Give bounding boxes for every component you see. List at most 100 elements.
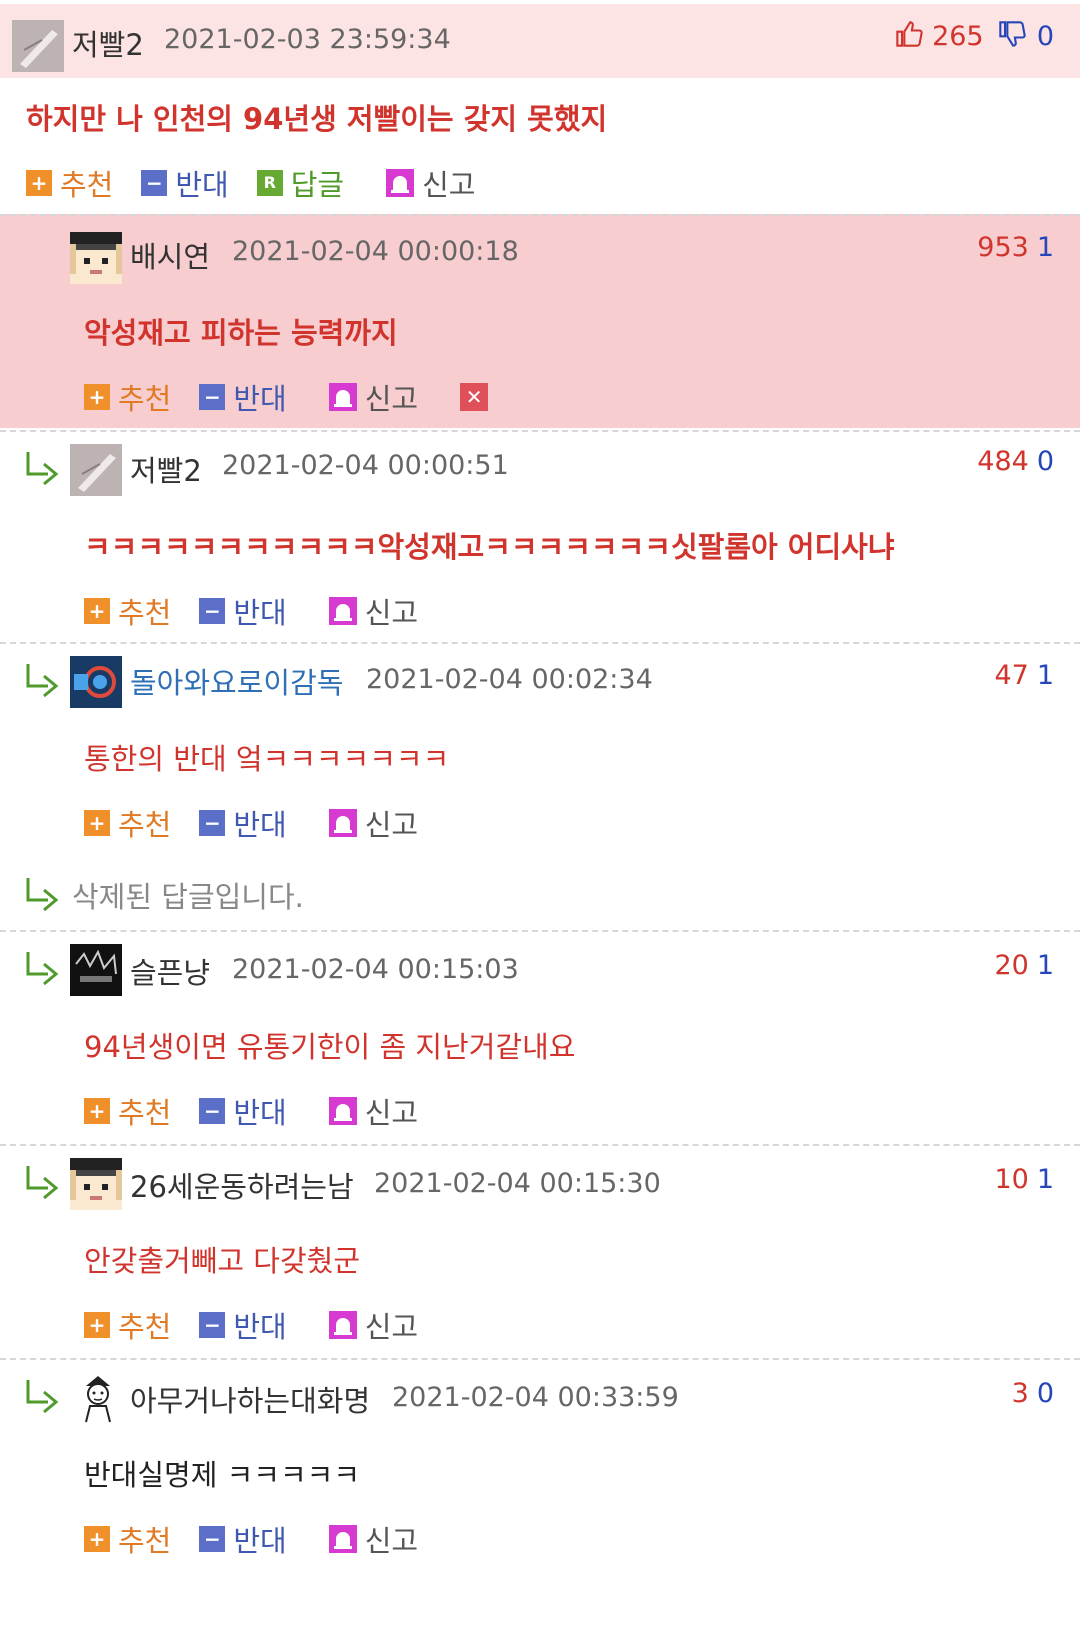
downvote-count: 1: [1036, 1164, 1054, 1195]
comment-actions: + 추천 − 반대 R 답글 신고: [26, 162, 504, 204]
nickname[interactable]: 26세운동하려는남: [130, 1164, 354, 1206]
reply-arrow-icon: [24, 950, 60, 986]
upvote-count: 10: [994, 1164, 1029, 1195]
comment-body: 94년생이면 유통기한이 좀 지난거같내요: [84, 1030, 576, 1064]
siren-icon: [328, 597, 357, 625]
timestamp: 2021-02-04 00:33:59: [392, 1382, 679, 1413]
avatar[interactable]: [70, 232, 122, 284]
minus-icon: −: [141, 170, 168, 196]
comment-0: 저빨2 2021-02-03 23:59:34 265 0: [0, 4, 1080, 78]
minus-icon: −: [199, 810, 226, 836]
plus-icon: +: [84, 810, 110, 836]
reply-arrow-icon: [24, 876, 60, 912]
avatar[interactable]: [70, 1158, 122, 1210]
comment-body: 안갖출거빼고 다갖췄군: [84, 1244, 361, 1278]
downvote-count: 1: [1036, 950, 1054, 981]
report-button[interactable]: 신고: [328, 802, 419, 844]
comment-actions: + 추천 − 반대 신고: [84, 1090, 446, 1132]
avatar-image-icon: [12, 20, 64, 72]
oppose-button[interactable]: − 반대: [199, 1090, 287, 1132]
downvote-count: 0: [1036, 446, 1054, 477]
reply-button[interactable]: R 답글: [256, 162, 345, 204]
upvote-count: 953: [977, 232, 1029, 263]
report-button[interactable]: 신고: [328, 1518, 418, 1560]
thumb-down-icon[interactable]: [998, 20, 1026, 55]
oppose-label: 반대: [233, 1524, 287, 1558]
reply-label: 답글: [290, 168, 345, 202]
recommend-button[interactable]: + 추천: [84, 1518, 171, 1560]
report-button[interactable]: 신고: [386, 162, 476, 204]
minus-icon: −: [199, 384, 226, 410]
avatar-pixel-face-icon: [70, 232, 122, 284]
report-label: 신고: [422, 168, 476, 202]
timestamp: 2021-02-04 00:15:30: [374, 1168, 661, 1199]
report-button[interactable]: 신고: [328, 590, 418, 632]
oppose-label: 반대: [233, 1096, 287, 1130]
avatar[interactable]: [72, 1372, 124, 1424]
avatar-logo-icon: [70, 656, 122, 708]
comment-body: 통한의 반대 엌ㅋㅋㅋㅋㅋㅋㅋ: [84, 742, 450, 776]
vote-counts: 47 1: [994, 660, 1054, 691]
minus-icon: −: [199, 1526, 226, 1552]
delete-icon[interactable]: ✕: [460, 383, 489, 411]
recommend-button[interactable]: + 추천: [84, 802, 171, 844]
siren-icon: [328, 1525, 357, 1553]
deleted-reply-text: 삭제된 답글입니다.: [72, 880, 304, 914]
vote-counts: 484 0: [977, 446, 1054, 477]
recommend-label: 추천: [118, 808, 172, 842]
plus-icon: +: [84, 598, 110, 624]
minus-icon: −: [199, 598, 226, 624]
reply-r-icon: R: [256, 170, 283, 196]
nickname[interactable]: 저빨2: [72, 22, 144, 64]
oppose-button[interactable]: − 반대: [199, 590, 287, 632]
nickname[interactable]: 돌아와요로이감독: [130, 660, 343, 702]
oppose-button[interactable]: − 반대: [199, 376, 287, 418]
upvote-count: 20: [994, 950, 1029, 981]
avatar[interactable]: [70, 944, 122, 996]
recommend-button[interactable]: + 추천: [26, 162, 113, 204]
avatar[interactable]: [12, 20, 64, 72]
downvote-count: 1: [1036, 660, 1054, 691]
nickname[interactable]: 슬픈냥: [130, 950, 210, 992]
reply-arrow-icon: [24, 450, 60, 486]
report-label: 신고: [364, 1096, 419, 1130]
recommend-button[interactable]: + 추천: [84, 1304, 171, 1346]
oppose-button[interactable]: − 반대: [199, 1518, 287, 1560]
comment-actions: + 추천 − 반대 신고: [84, 1518, 446, 1560]
avatar[interactable]: [70, 444, 122, 496]
vote-counts: 265 0: [895, 20, 1054, 55]
recommend-label: 추천: [118, 1096, 172, 1130]
upvote-count: 484: [977, 446, 1029, 477]
oppose-button[interactable]: − 반대: [141, 162, 229, 204]
upvote-count: 47: [994, 660, 1029, 691]
oppose-button[interactable]: − 반대: [199, 802, 287, 844]
nickname[interactable]: 아무거나하는대화명: [130, 1378, 370, 1420]
avatar[interactable]: [70, 656, 122, 708]
report-button[interactable]: 신고: [328, 376, 419, 418]
siren-icon: [328, 1097, 357, 1125]
nickname[interactable]: 배시연: [130, 234, 210, 276]
recommend-button[interactable]: + 추천: [84, 1090, 171, 1132]
plus-icon: +: [84, 1312, 110, 1338]
nickname[interactable]: 저빨2: [130, 448, 202, 490]
report-button[interactable]: 신고: [328, 1304, 419, 1346]
comment-body: ㅋㅋㅋㅋㅋㅋㅋㅋㅋㅋㅋ악성재고ㅋㅋㅋㅋㅋㅋㅋ싯팔롬아 어디사냐: [84, 530, 895, 564]
thumb-up-icon[interactable]: [895, 20, 924, 55]
reply-arrow-icon: [24, 1378, 60, 1414]
avatar-dark-icon: [70, 944, 122, 996]
report-button[interactable]: 신고: [328, 1090, 419, 1132]
report-label: 신고: [364, 1310, 419, 1344]
recommend-button[interactable]: + 추천: [84, 376, 171, 418]
reply-arrow-icon: [24, 1164, 60, 1200]
vote-counts: 20 1: [994, 950, 1054, 981]
oppose-button[interactable]: − 반대: [199, 1304, 287, 1346]
plus-icon: +: [84, 1098, 110, 1124]
report-label: 신고: [364, 382, 419, 416]
recommend-label: 추천: [118, 382, 172, 416]
avatar-image-icon: [70, 444, 122, 496]
recommend-button[interactable]: + 추천: [84, 590, 171, 632]
oppose-label: 반대: [175, 168, 229, 202]
plus-icon: +: [84, 384, 110, 410]
report-label: 신고: [364, 808, 419, 842]
comment-actions: + 추천 − 반대 신고 ✕: [84, 376, 489, 418]
